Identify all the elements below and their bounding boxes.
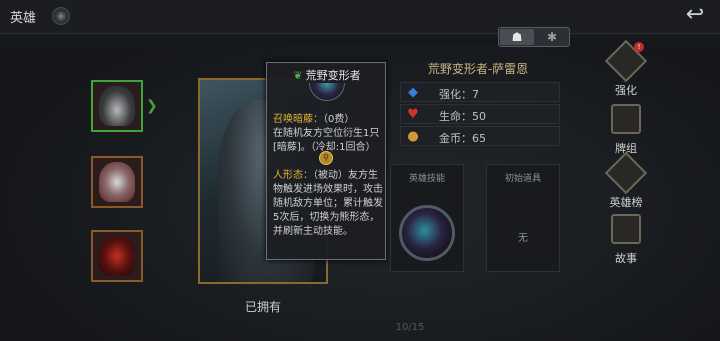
notification-badge: ! [634, 42, 644, 52]
owned-label: 已拥有 [244, 300, 281, 314]
menu-deck[interactable]: 牌组 [604, 104, 648, 156]
hero-list: ❯ [86, 80, 158, 310]
back-arrow-icon: ↩ [685, 2, 705, 27]
page-indicator: 10/15 [395, 322, 425, 333]
starting-item-title: 初始道具 [504, 174, 541, 184]
skill2-name: 人形态： [273, 170, 313, 181]
human-form-toggle[interactable]: ☗ [500, 29, 534, 45]
menu-story-label: 故事 [615, 252, 637, 265]
stat-row-gold: ● 金币：65 [400, 126, 560, 146]
tooltip-body: 召唤暗藤：（0费） 在随机友方空位衍生1只[暗藤]。（冷却:1回合） 人形态：（… [273, 113, 383, 239]
hero-portrait-1 [99, 86, 135, 126]
stat-value: 50 [472, 110, 486, 123]
emblem-icon: ◉ [52, 7, 70, 25]
stat-label: 生命： [439, 110, 472, 123]
tooltip-skill-orb-icon [309, 83, 345, 101]
menu-leaderboard[interactable]: 英雄榜 [604, 151, 648, 210]
game-screen: 英雄 ◉ ↩ ☗ ✱ ❯ 已拥有 10/15 ❦ 荒野变形者 召唤暗藤：（0费）… [0, 0, 720, 341]
leaf-icon: ❦ [293, 69, 303, 82]
form-toggle: ☗ ✱ [498, 27, 570, 47]
paw-icon: ✱ [546, 30, 558, 44]
starting-item-none: 无 [518, 233, 528, 244]
leaderboard-icon [604, 151, 648, 195]
skull-icon: ☗ [511, 30, 523, 44]
tooltip-title: ❦ 荒野变形者 [267, 67, 387, 83]
selected-arrow-icon: ❯ [146, 98, 158, 114]
sub-bar [0, 34, 720, 44]
hero-slot-2[interactable] [91, 156, 143, 208]
top-bar: 英雄 ◉ ↩ [0, 0, 720, 34]
skill1-cost: （0费） [323, 114, 355, 125]
hero-skill-icon[interactable] [399, 205, 455, 261]
heart-icon: ♥ [407, 107, 419, 122]
menu-story[interactable]: 故事 [604, 214, 648, 266]
menu-leaderboard-label: 英雄榜 [609, 196, 643, 209]
stat-value: 65 [472, 132, 486, 145]
page-title: 英雄 [10, 11, 37, 26]
hero-slot-3[interactable] [91, 230, 143, 282]
stat-label: 金币： [439, 132, 472, 145]
beast-form-toggle[interactable]: ✱ [535, 29, 569, 45]
stat-value: 7 [472, 88, 479, 101]
menu-enhance[interactable]: ! 强化 [604, 39, 648, 98]
story-icon [611, 214, 641, 244]
skill-tooltip: ❦ 荒野变形者 召唤暗藤：（0费） 在随机友方空位衍生1只[暗藤]。（冷却:1回合… [266, 62, 386, 260]
starting-item-panel: 初始道具 无 [486, 164, 560, 272]
coin-icon: ● [407, 129, 419, 144]
tooltip-title-text: 荒野变形者 [305, 69, 361, 82]
menu-enhance-label: 强化 [615, 84, 637, 97]
hero-portrait-2 [99, 162, 135, 202]
stat-label: 强化： [439, 88, 472, 101]
stat-row-hp: ♥ 生命：50 [400, 104, 560, 124]
hero-skill-panel: 英雄技能 [390, 164, 464, 272]
skill1-name: 召唤暗藤： [273, 114, 323, 125]
hero-name: 荒野变形者-萨雷恩 [427, 62, 529, 76]
hero-slot-1[interactable] [91, 80, 143, 132]
deck-icon [611, 104, 641, 134]
back-button[interactable]: ↩ [680, 4, 710, 28]
shield-icon: ◆ [408, 85, 418, 100]
hero-portrait-3 [99, 236, 135, 276]
magnifier-icon[interactable]: ⚲ [319, 151, 333, 165]
hero-skill-title: 英雄技能 [408, 174, 445, 184]
stat-row-enhance: ◆ 强化：7 [400, 82, 560, 102]
